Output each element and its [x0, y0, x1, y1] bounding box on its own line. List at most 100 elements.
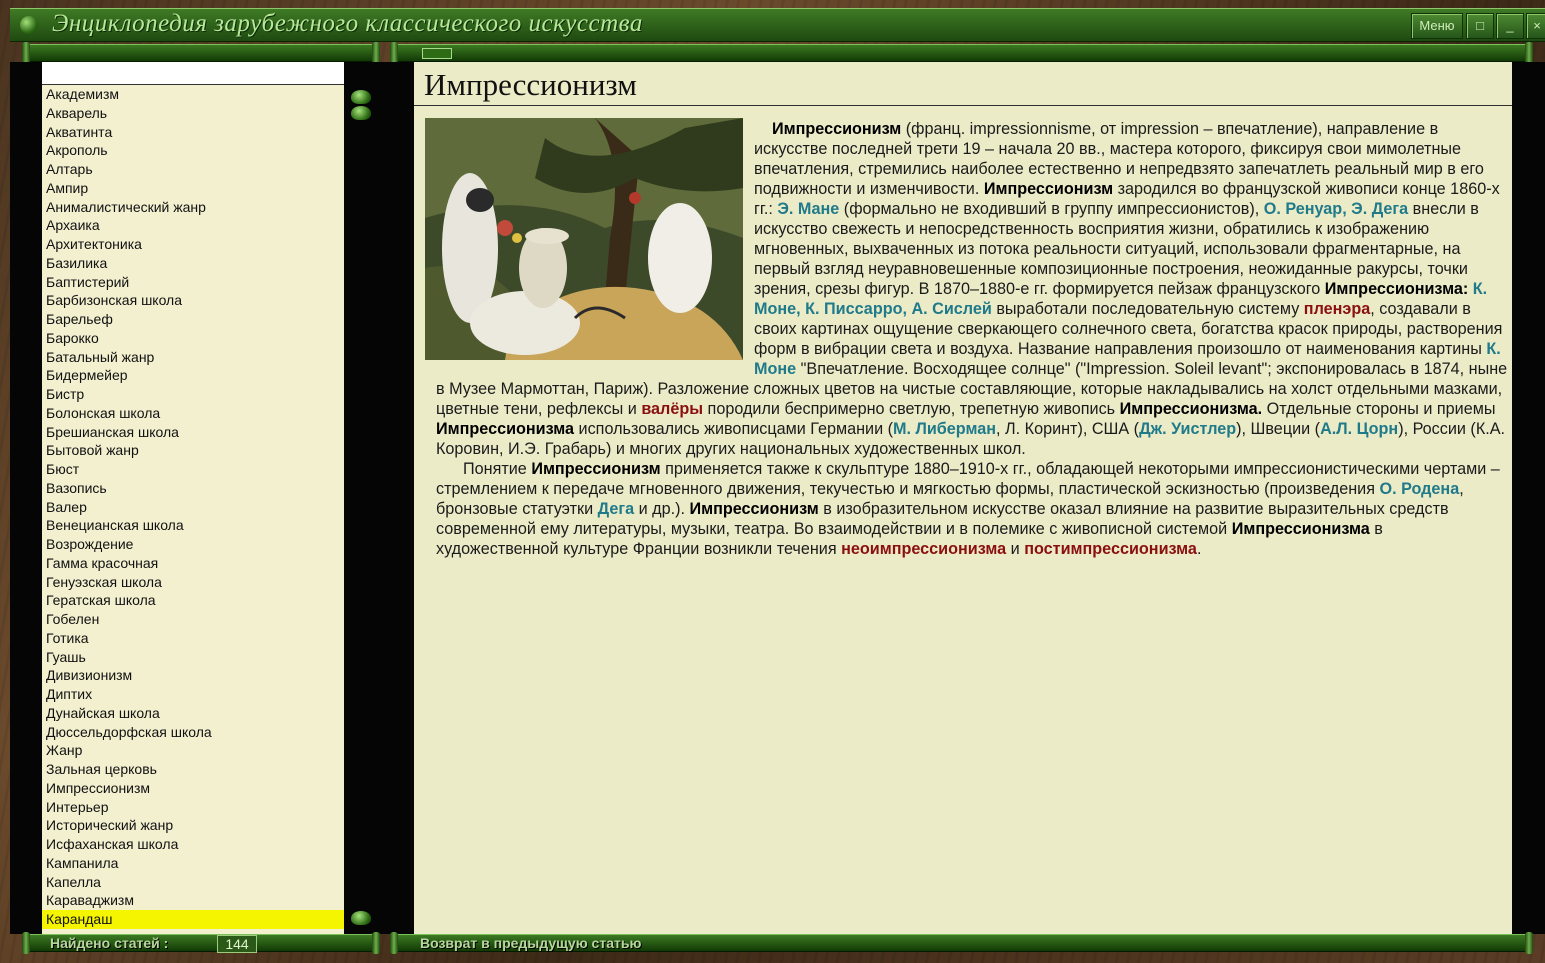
link-rodin[interactable]: О. Родена: [1380, 480, 1460, 498]
rail-cap: [22, 932, 30, 954]
list-item[interactable]: Акварель: [42, 104, 344, 123]
list-item[interactable]: Венецианская школа: [42, 516, 344, 535]
list-item[interactable]: Дюссельдорфская школа: [42, 723, 344, 742]
list-item[interactable]: Гуашь: [42, 648, 344, 667]
text-run: использовались живописцами Германии (: [574, 420, 894, 438]
list-item[interactable]: Бюст: [42, 460, 344, 479]
link-manet[interactable]: Э. Мане: [777, 200, 839, 218]
list-item[interactable]: Акрополь: [42, 141, 344, 160]
list-item[interactable]: Бытовой жанр: [42, 441, 344, 460]
link-renoir-degas[interactable]: О. Ренуар, Э. Дега: [1264, 200, 1408, 218]
link-whistler[interactable]: Дж. Уистлер: [1139, 420, 1236, 438]
text-run: породили беспримерно светлую, трепетную …: [703, 400, 1120, 418]
link-degas[interactable]: Дега: [598, 500, 634, 518]
list-item[interactable]: Брешианская школа: [42, 423, 344, 442]
article-title: Импрессионизм: [414, 62, 1512, 106]
list-item[interactable]: Диптих: [42, 685, 344, 704]
list-item[interactable]: Исфаханская школа: [42, 835, 344, 854]
text-run: .: [1196, 540, 1202, 558]
minimize-button[interactable]: _: [1496, 13, 1524, 39]
frame-rail-top-left: [22, 42, 380, 64]
article-body: Импрессионизм (франц. impressionnisme, о…: [436, 119, 1508, 559]
list-item[interactable]: Ампир: [42, 179, 344, 198]
list-item[interactable]: Гамма красочная: [42, 554, 344, 573]
back-to-previous-article-button[interactable]: Возврат в предыдущую статью: [420, 934, 641, 952]
list-item[interactable]: Жанр: [42, 741, 344, 760]
list-item[interactable]: Кампанила: [42, 854, 344, 873]
menu-button[interactable]: Меню: [1411, 13, 1463, 39]
list-item[interactable]: Анималистический жанр: [42, 198, 344, 217]
close-button[interactable]: ×: [1526, 13, 1545, 39]
term-bold: Импрессионизма: [436, 420, 575, 438]
list-item[interactable]: Академизм: [42, 85, 344, 104]
list-item[interactable]: Алтарь: [42, 160, 344, 179]
list-item[interactable]: Баптистерий: [42, 273, 344, 292]
frame-rail-top-right: [390, 42, 1533, 64]
article-panel: Импрессионизм Импрессионизм (франц. impr…: [414, 62, 1512, 934]
list-item[interactable]: Барельеф: [42, 310, 344, 329]
list-item[interactable]: Дунайская школа: [42, 704, 344, 723]
frame-post: [1512, 62, 1545, 934]
minimize-icon: _: [1506, 18, 1514, 33]
term-bold: Импрессионизм: [689, 500, 819, 518]
rail-cap: [22, 42, 30, 64]
list-item[interactable]: Интерьер: [42, 798, 344, 817]
app-orb-icon[interactable]: [20, 16, 38, 34]
list-item[interactable]: Импрессионизм: [42, 779, 344, 798]
text-run: Отдельные стороны и приемы: [1262, 400, 1496, 418]
list-item[interactable]: Исторический жанр: [42, 816, 344, 835]
maximize-button[interactable]: □: [1466, 13, 1494, 39]
text-run: и: [1006, 540, 1025, 558]
term-bold: Импрессионизма:: [1324, 280, 1469, 298]
search-input[interactable]: [42, 62, 344, 85]
term-link-valeur[interactable]: валёры: [641, 400, 703, 418]
maximize-icon: □: [1476, 18, 1484, 33]
list-item[interactable]: Архитектоника: [42, 235, 344, 254]
term-link-postimpressionism[interactable]: постимпрессионизма: [1024, 540, 1197, 558]
list-item[interactable]: Вазопись: [42, 479, 344, 498]
list-item[interactable]: Возрождение: [42, 535, 344, 554]
list-item[interactable]: Дивизионизм: [42, 666, 344, 685]
rail-cap: [1525, 932, 1533, 954]
list-item[interactable]: Бистр: [42, 385, 344, 404]
term-bold: Импрессионизм: [531, 460, 661, 478]
text-run: выработали последовательную систему: [991, 300, 1304, 318]
list-item[interactable]: Готика: [42, 629, 344, 648]
list-item[interactable]: Архаика: [42, 216, 344, 235]
list-item[interactable]: Капелла: [42, 873, 344, 892]
term-link-plein-air[interactable]: пленэра: [1304, 300, 1370, 318]
term-bold: Импрессионизм: [983, 180, 1114, 198]
list-item[interactable]: Акватинта: [42, 123, 344, 142]
list-item[interactable]: Карандаш: [42, 910, 344, 929]
scroll-down-icon[interactable]: [351, 911, 371, 925]
list-item[interactable]: Гобелен: [42, 610, 344, 629]
rail-cap: [1525, 42, 1533, 64]
list-item[interactable]: Гератская школа: [42, 591, 344, 610]
list-item[interactable]: Генуэзская школа: [42, 573, 344, 592]
found-count-value: 144: [217, 935, 257, 953]
list-item[interactable]: Караваджизм: [42, 891, 344, 910]
list-item[interactable]: Базилика: [42, 254, 344, 273]
list-item[interactable]: Батальный жанр: [42, 348, 344, 367]
app-title: Энциклопедия зарубежного классического и…: [52, 10, 643, 37]
scroll-up-icon[interactable]: [351, 90, 371, 104]
panel-tab-handle[interactable]: [422, 48, 452, 59]
list-item[interactable]: Барбизонская школа: [42, 291, 344, 310]
frame-post: [10, 62, 42, 934]
article-list: Академизм Акварель Акватинта Акрополь Алтарь…: [42, 85, 344, 929]
term-bold: Импрессионизма.: [1119, 400, 1263, 418]
list-item[interactable]: Бидермейер: [42, 366, 344, 385]
article-paragraph: Понятие Импрессионизм применяется также …: [436, 459, 1508, 559]
title-bar: Энциклопедия зарубежного классического и…: [10, 8, 1545, 42]
text-run: , Л. Коринт), США (: [996, 420, 1140, 438]
list-item[interactable]: Зальная церковь: [42, 760, 344, 779]
list-item[interactable]: Болонская школа: [42, 404, 344, 423]
rail-cap: [390, 42, 398, 64]
list-item[interactable]: Валер: [42, 498, 344, 517]
page-up-icon[interactable]: [351, 106, 371, 120]
list-item[interactable]: Барокко: [42, 329, 344, 348]
link-zorn[interactable]: А.Л. Цорн: [1320, 420, 1398, 438]
link-liebermann[interactable]: М. Либерман: [893, 420, 996, 438]
term-link-neoimpressionism[interactable]: неоимпрессионизма: [841, 540, 1006, 558]
text-run: ), Швеции (: [1236, 420, 1321, 438]
